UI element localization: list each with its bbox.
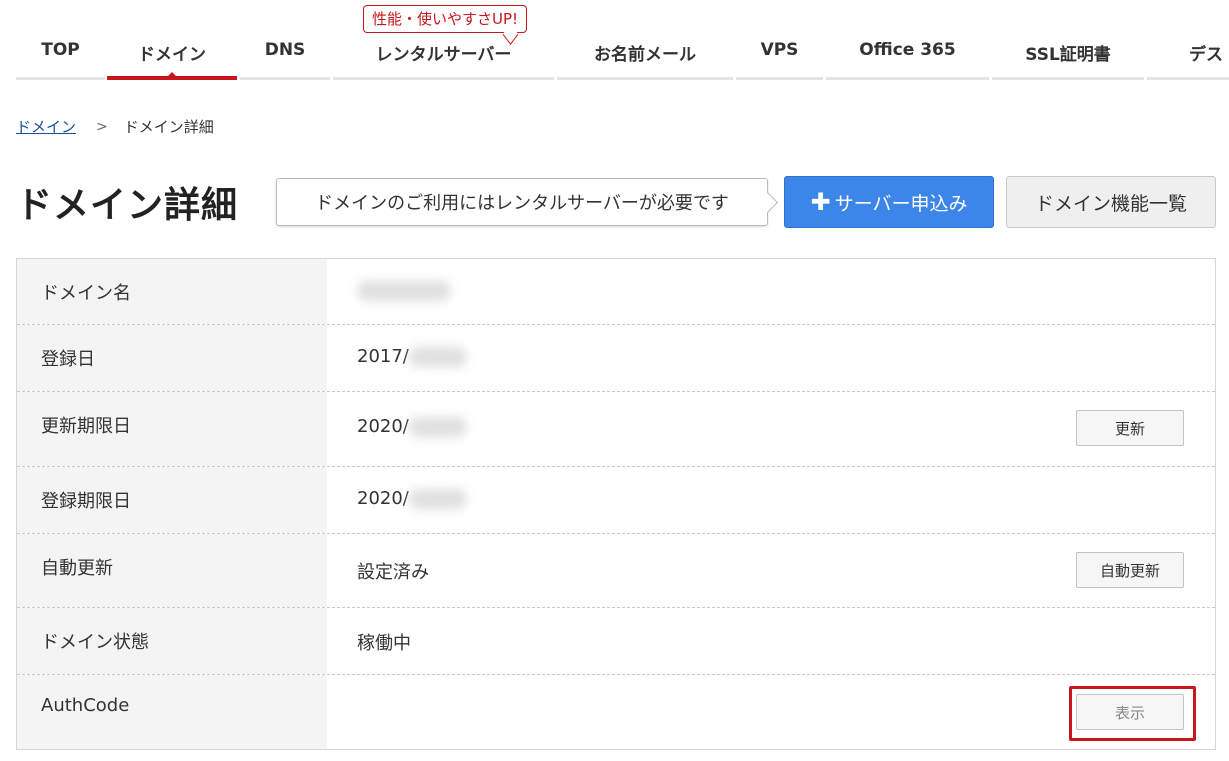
nav-tab-label: DNS — [264, 40, 306, 60]
row-auto-renew: 自動更新 設定済み 自動更新 — [17, 534, 1215, 608]
redacted-text — [408, 347, 467, 367]
nav-tab-label: Office 365 — [859, 40, 956, 60]
nav-tab-ssl[interactable]: SSL証明書 — [992, 30, 1144, 80]
row-registration-deadline: 登録期限日 2020/ — [17, 467, 1215, 534]
nav-tab-onamae-mail[interactable]: お名前メール — [557, 30, 733, 80]
breadcrumb-current: ドメイン詳細 — [123, 118, 214, 136]
page-title: ドメイン詳細 — [16, 185, 239, 226]
row-value-text: 稼働中 — [357, 633, 411, 654]
global-nav: 性能・使いやすさUP! TOP ドメイン DNS レンタルサーバー お名前メール… — [0, 0, 1229, 82]
row-value-text: 2020/ — [357, 416, 409, 437]
nav-tab-label: SSL証明書 — [1025, 45, 1111, 65]
nav-tab-desktop[interactable]: デス — [1147, 30, 1229, 80]
nav-new-badge: 性能・使いやすさUP! — [363, 5, 528, 33]
redacted-text — [408, 489, 467, 509]
row-value — [327, 259, 1215, 324]
server-apply-label: サーバー申込み — [834, 192, 968, 215]
nav-tab-domain[interactable]: ドメイン — [107, 30, 237, 80]
nav-tab-rental-server[interactable]: レンタルサーバー — [333, 30, 554, 80]
nav-tab-label: ドメイン — [138, 45, 206, 65]
nav-tab-top[interactable]: TOP — [16, 30, 105, 80]
plus-icon: ✚ — [810, 188, 831, 216]
server-required-notice: ドメインのご利用にはレンタルサーバーが必要です — [276, 178, 768, 226]
row-label: ドメイン状態 — [17, 608, 327, 674]
row-label: AuthCode — [17, 675, 327, 749]
show-authcode-button[interactable]: 表示 — [1076, 694, 1184, 730]
row-value: 2017/ — [327, 325, 1215, 391]
nav-tab-label: TOP — [41, 40, 80, 60]
nav-tab-vps[interactable]: VPS — [736, 30, 823, 80]
nav-tab-label: レンタルサーバー — [375, 45, 512, 65]
redacted-text — [408, 417, 467, 437]
row-authcode: AuthCode 表示 — [17, 675, 1215, 749]
row-label: ドメイン名 — [17, 259, 327, 324]
domain-detail-table: ドメイン名 登録日 2017/ 更新期限日 2020/ 更新 登録期限日 202… — [16, 258, 1216, 750]
row-label: 登録日 — [17, 325, 327, 391]
domain-features-label: ドメイン機能一覧 — [1034, 192, 1187, 215]
row-value: 2020/ — [327, 467, 1215, 533]
notice-text: ドメインのご利用にはレンタルサーバーが必要です — [315, 193, 729, 214]
row-value-text: 設定済み — [357, 562, 429, 583]
renew-button[interactable]: 更新 — [1076, 410, 1184, 446]
nav-tab-label: VPS — [760, 40, 799, 60]
chevron-right-icon: > — [96, 118, 108, 135]
row-renewal-deadline: 更新期限日 2020/ 更新 — [17, 392, 1215, 467]
server-apply-button[interactable]: ✚ サーバー申込み — [784, 176, 994, 228]
row-registered-date: 登録日 2017/ — [17, 325, 1215, 392]
auto-renew-button[interactable]: 自動更新 — [1076, 552, 1184, 588]
nav-tab-office365[interactable]: Office 365 — [826, 30, 989, 80]
domain-features-button[interactable]: ドメイン機能一覧 — [1006, 176, 1216, 228]
row-domain-status: ドメイン状態 稼働中 — [17, 608, 1215, 675]
redacted-text — [357, 281, 451, 301]
row-value-text: 2020/ — [357, 488, 409, 509]
nav-tab-label: デス — [1189, 45, 1223, 65]
row-label: 更新期限日 — [17, 392, 327, 466]
row-domain-name: ドメイン名 — [17, 259, 1215, 325]
breadcrumb-link-domain[interactable]: ドメイン — [16, 116, 76, 137]
row-value-text: 2017/ — [357, 346, 409, 367]
breadcrumb: ドメイン > ドメイン詳細 — [16, 116, 214, 137]
row-label: 登録期限日 — [17, 467, 327, 533]
row-label: 自動更新 — [17, 534, 327, 607]
nav-tab-label: お名前メール — [594, 45, 696, 65]
nav-tab-dns[interactable]: DNS — [240, 30, 330, 80]
row-value: 稼働中 — [327, 608, 1215, 674]
